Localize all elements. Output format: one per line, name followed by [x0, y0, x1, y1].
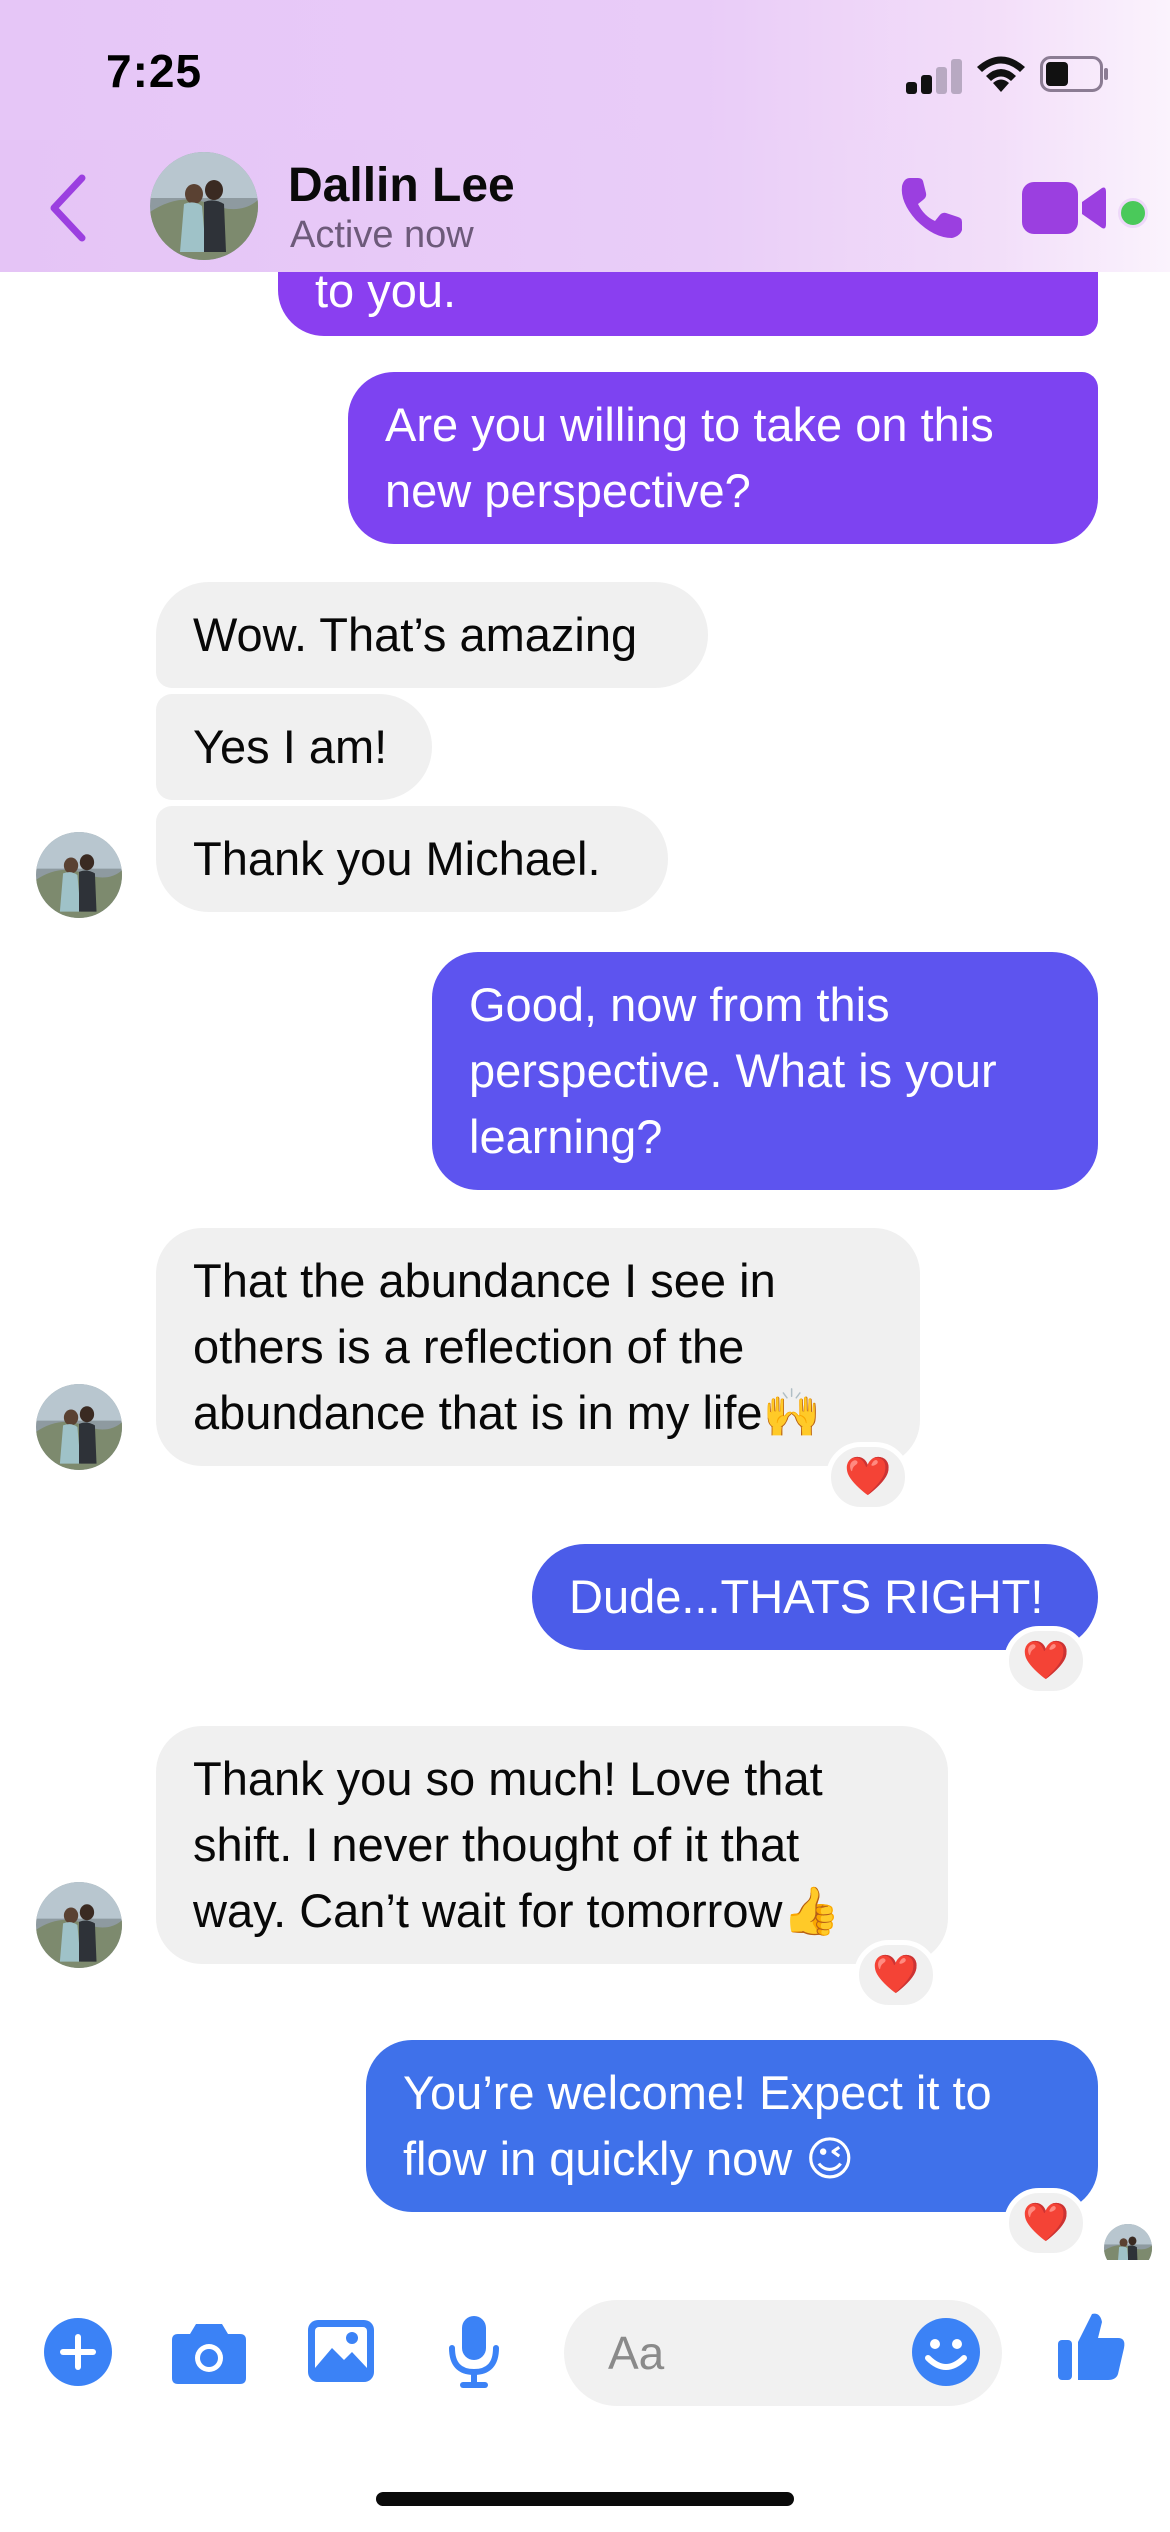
heart-reaction[interactable]: ❤️ — [1004, 1626, 1088, 1696]
contact-status: Active now — [290, 214, 474, 256]
cellular-signal-icon — [906, 58, 962, 94]
message-list[interactable]: to you. Are you willing to take on this … — [0, 272, 1170, 2260]
message-text: Yes I am! — [193, 720, 388, 773]
message-text: Thank you Michael. — [193, 832, 601, 885]
message-line: shift. I never thought of it that — [193, 1818, 800, 1871]
message-bubble-incoming[interactable]: Thank you Michael. — [156, 806, 668, 912]
read-receipt-avatar — [1104, 2224, 1152, 2260]
message-line: others is a reflection of the — [193, 1320, 745, 1373]
contact-avatar[interactable] — [150, 152, 258, 260]
phone-icon[interactable] — [896, 172, 968, 244]
heart-icon: ❤️ — [1022, 1640, 1070, 1682]
message-line: perspective. What is your — [469, 1044, 997, 1097]
message-line: You’re welcome! Expect it to — [403, 2066, 992, 2119]
heart-reaction[interactable]: ❤️ — [826, 1442, 910, 1512]
message-line: new perspective? — [385, 464, 751, 517]
heart-reaction[interactable]: ❤️ — [854, 1940, 938, 2010]
microphone-icon[interactable] — [446, 2314, 502, 2390]
home-indicator[interactable] — [376, 2492, 794, 2506]
message-line: Are you willing to take on this — [385, 398, 994, 451]
active-status-dot — [1118, 198, 1148, 228]
message-bubble-outgoing[interactable]: Dude...THATS RIGHT! — [532, 1544, 1098, 1650]
emoji-icon[interactable] — [910, 2316, 982, 2388]
thumbs-up-icon[interactable] — [1056, 2310, 1126, 2382]
heart-reaction[interactable]: ❤️ — [1004, 2188, 1088, 2258]
message-text: to you. — [315, 272, 457, 317]
sender-avatar[interactable] — [36, 1384, 122, 1470]
heart-icon: ❤️ — [872, 1954, 920, 1996]
message-bubble-incoming[interactable]: Wow. That’s amazing — [156, 582, 708, 688]
message-line: abundance that is in my life🙌 — [193, 1386, 822, 1439]
message-bubble-outgoing[interactable]: to you. — [278, 272, 1098, 336]
message-text: Wow. That’s amazing — [193, 608, 638, 661]
contact-name[interactable]: Dallin Lee — [288, 158, 515, 213]
video-camera-icon[interactable] — [1022, 180, 1106, 236]
message-bubble-outgoing[interactable]: You’re welcome! Expect it to flow in qui… — [366, 2040, 1098, 2212]
camera-icon[interactable] — [170, 2320, 248, 2386]
message-line: learning? — [469, 1110, 663, 1163]
wifi-icon — [977, 56, 1025, 92]
status-bar: 7:25 — [0, 0, 1170, 140]
photo-icon[interactable] — [306, 2318, 376, 2384]
message-text: Dude...THATS RIGHT! — [569, 1570, 1044, 1623]
message-line: flow in quickly now 😉 — [403, 2132, 855, 2185]
message-line: Good, now from this — [469, 978, 890, 1031]
chat-header: Dallin Lee Active now — [0, 140, 1170, 272]
heart-icon: ❤️ — [1022, 2202, 1070, 2244]
message-line: Thank you so much! Love that — [193, 1752, 823, 1805]
heart-icon: ❤️ — [844, 1456, 892, 1498]
composer-bar — [0, 2260, 1170, 2532]
message-bubble-incoming[interactable]: Yes I am! — [156, 694, 432, 800]
message-bubble-incoming[interactable]: Thank you so much! Love that shift. I ne… — [156, 1726, 948, 1964]
sender-avatar[interactable] — [36, 832, 122, 918]
plus-icon[interactable] — [42, 2316, 114, 2388]
sender-avatar[interactable] — [36, 1882, 122, 1968]
battery-icon — [1040, 56, 1108, 92]
message-line: way. Can’t wait for tomorrow👍 — [193, 1884, 841, 1937]
message-bubble-outgoing[interactable]: Good, now from this perspective. What is… — [432, 952, 1098, 1190]
message-bubble-outgoing[interactable]: Are you willing to take on this new pers… — [348, 372, 1098, 544]
message-bubble-incoming[interactable]: That the abundance I see in others is a … — [156, 1228, 920, 1466]
message-line: That the abundance I see in — [193, 1254, 776, 1307]
back-chevron-icon[interactable] — [44, 170, 94, 246]
status-time: 7:25 — [106, 45, 203, 97]
